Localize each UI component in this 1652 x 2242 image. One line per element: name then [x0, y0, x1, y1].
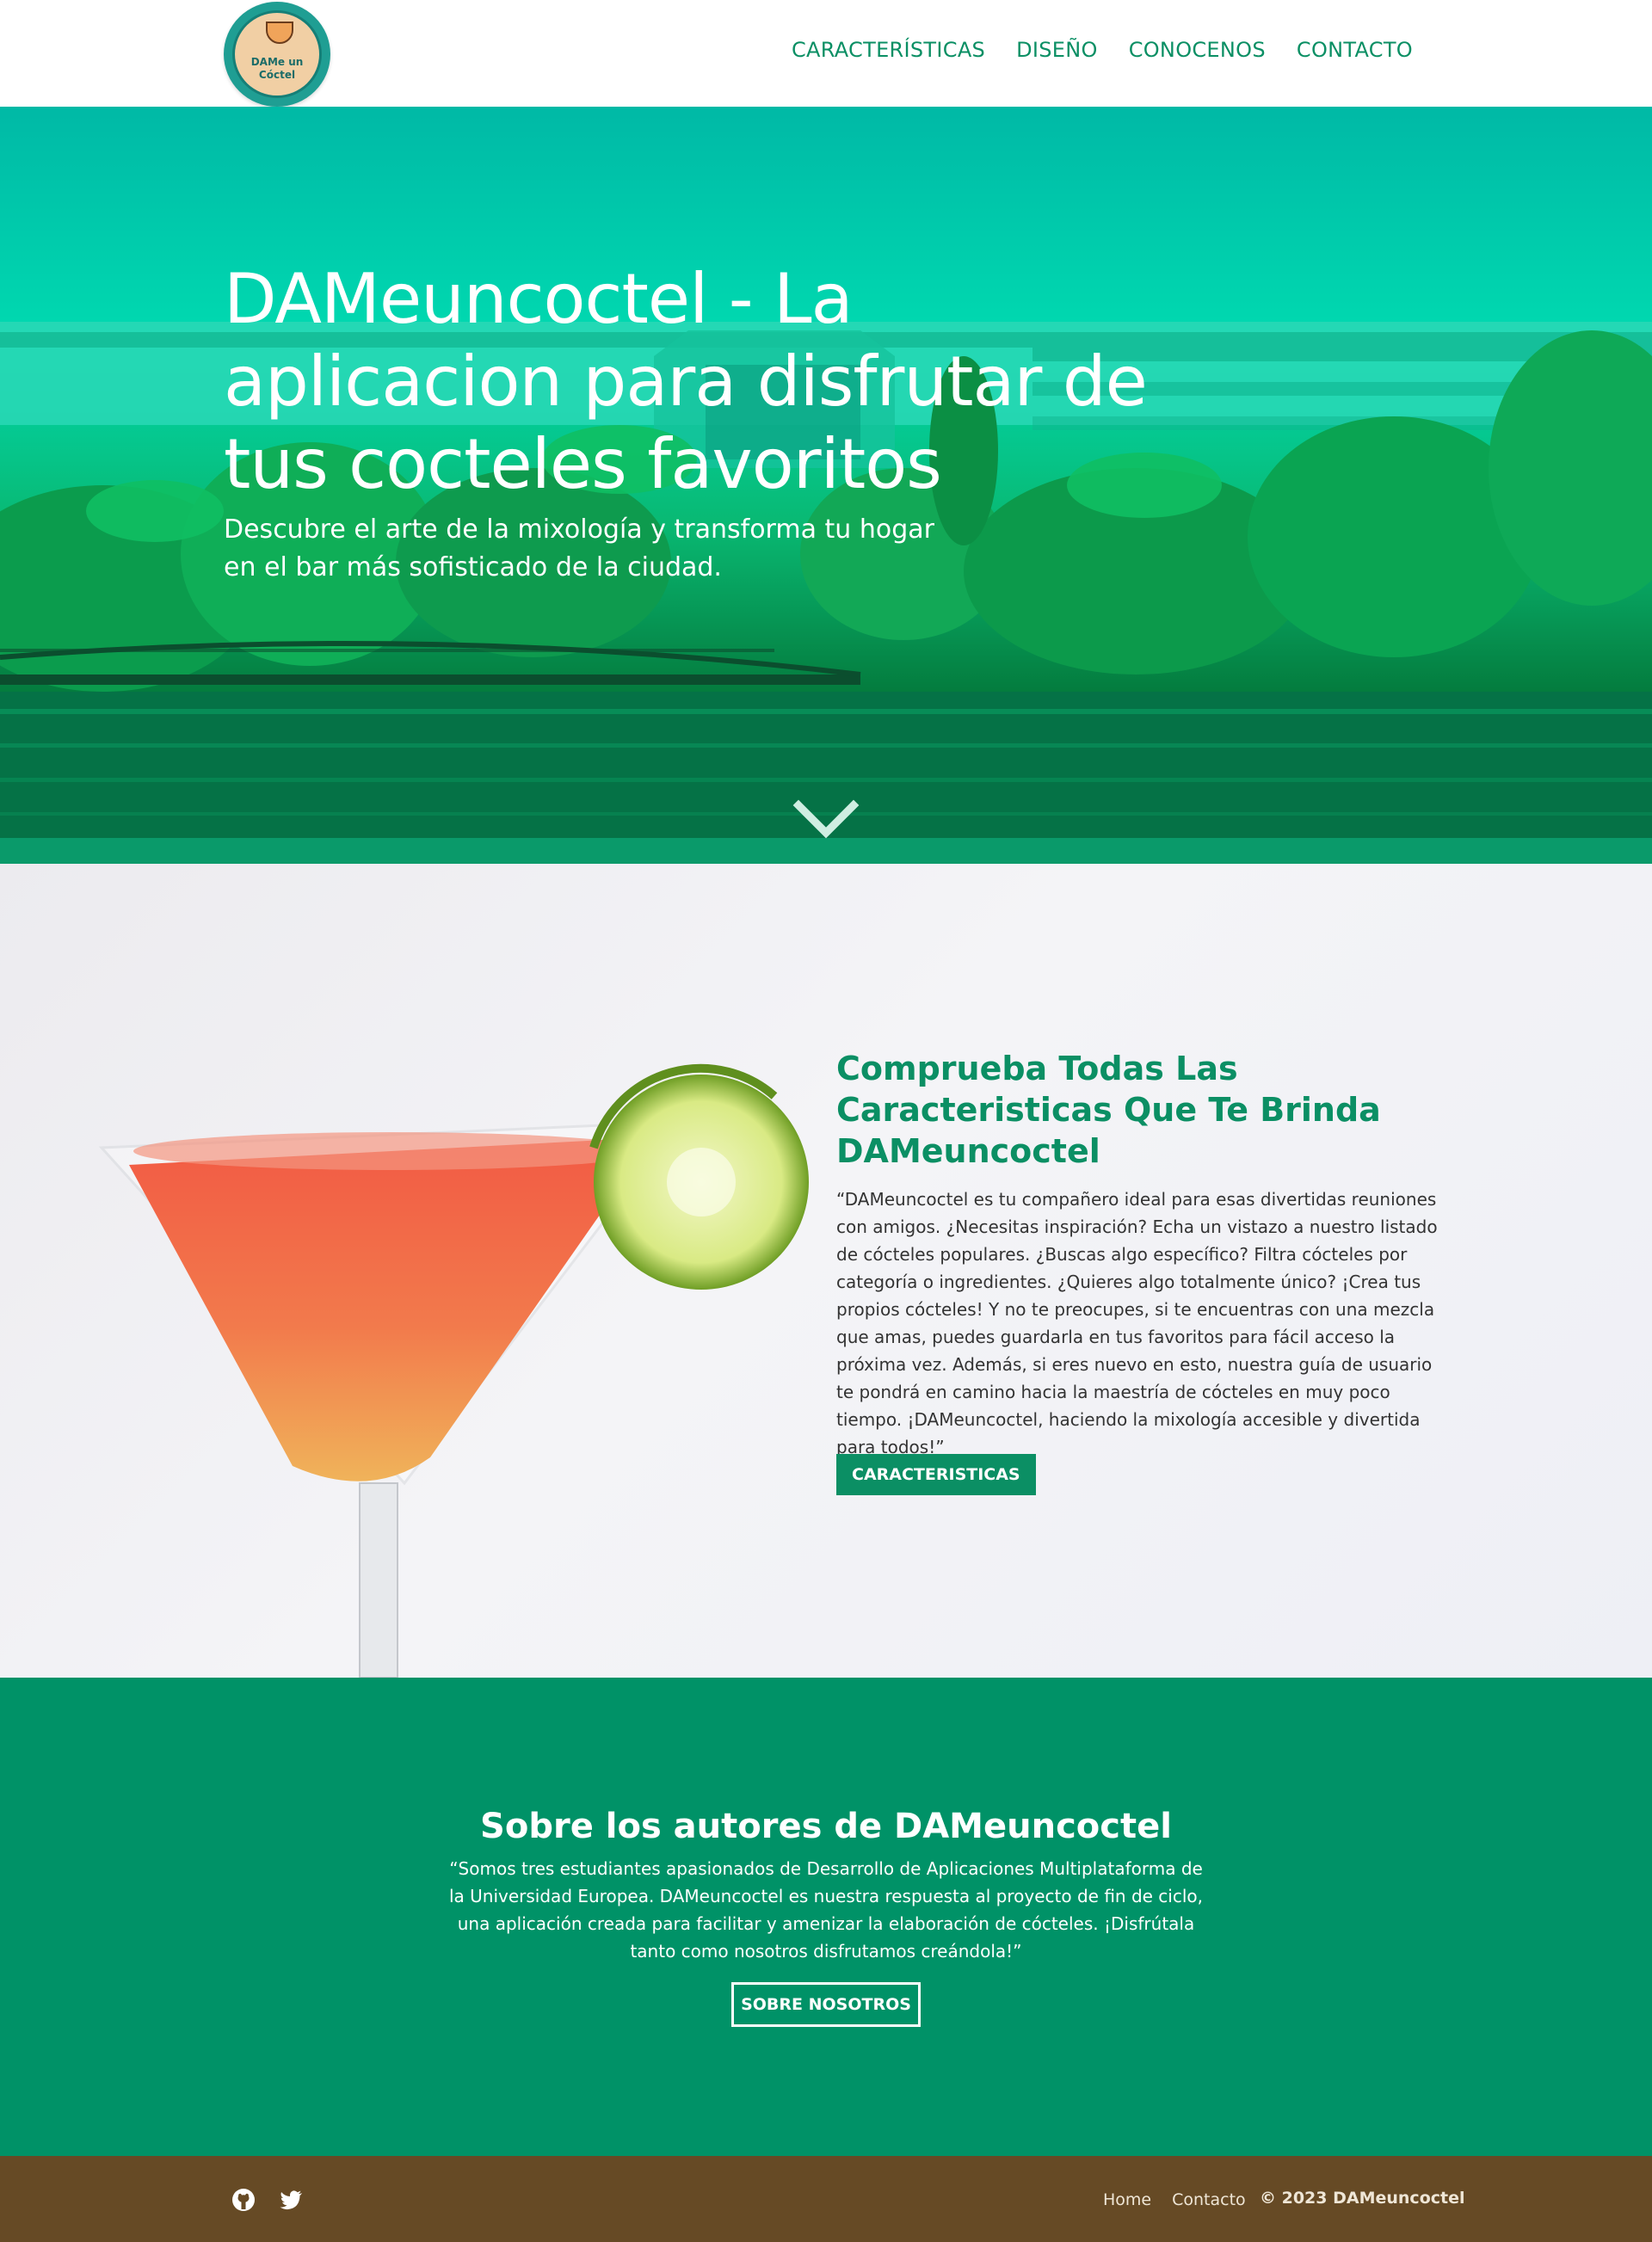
- copyright-text: © 2023 DAMeuncoctel: [1260, 2189, 1465, 2208]
- logo-text: DAMe un Cóctel: [235, 56, 319, 82]
- footer-link-contacto[interactable]: Contacto: [1172, 2190, 1246, 2209]
- chevron-down-icon[interactable]: [792, 798, 860, 841]
- hero-title: DAMeuncoctel - La aplicacion para disfru…: [224, 259, 1148, 504]
- cocktail-glass-icon: [266, 22, 293, 44]
- twitter-icon[interactable]: [279, 2187, 305, 2213]
- about-section: Sobre los autores de DAMeuncoctel “Somos…: [0, 1678, 1652, 2156]
- nav-link-caracteristicas[interactable]: CARACTERÍSTICAS: [792, 38, 985, 62]
- logo-text-line2: Cóctel: [258, 69, 296, 81]
- site-footer: Home Contacto © 2023 DAMeuncoctel: [0, 2156, 1652, 2242]
- site-header: DAMe un Cóctel CARACTERÍSTICAS DISEÑO CO…: [0, 0, 1652, 107]
- sobre-nosotros-button[interactable]: SOBRE NOSOTROS: [731, 1982, 921, 2027]
- features-description: “DAMeuncoctel es tu compañero ideal para…: [836, 1189, 1438, 1457]
- footer-link-home[interactable]: Home: [1103, 2190, 1151, 2209]
- features-section: Comprueba Todas Las Caracteristicas Que …: [0, 864, 1652, 1678]
- logo-badge: DAMe un Cóctel: [232, 10, 322, 98]
- github-icon[interactable]: [231, 2187, 256, 2213]
- caracteristicas-button[interactable]: CARACTERISTICAS: [836, 1454, 1036, 1495]
- site-logo[interactable]: DAMe un Cóctel: [224, 2, 330, 107]
- hero-section: DAMeuncoctel - La aplicacion para disfru…: [0, 107, 1652, 864]
- social-links: [231, 2187, 305, 2213]
- features-title: Comprueba Todas Las Caracteristicas Que …: [836, 1050, 1381, 1170]
- logo-text-line1: DAMe un: [250, 56, 304, 68]
- nav-link-diseno[interactable]: DISEÑO: [1016, 38, 1098, 62]
- nav-link-contacto[interactable]: CONTACTO: [1297, 38, 1413, 62]
- footer-links: Home Contacto: [1103, 2190, 1246, 2209]
- hero-subtitle: Descubre el arte de la mixología y trans…: [224, 514, 934, 582]
- cocktail-image: [98, 1063, 809, 1678]
- about-title: Sobre los autores de DAMeuncoctel: [480, 1807, 1172, 1846]
- main-nav: CARACTERÍSTICAS DISEÑO CONOCENOS CONTACT…: [792, 38, 1413, 62]
- nav-link-conocenos[interactable]: CONOCENOS: [1129, 38, 1266, 62]
- about-description: “Somos tres estudiantes apasionados de D…: [448, 1858, 1203, 1962]
